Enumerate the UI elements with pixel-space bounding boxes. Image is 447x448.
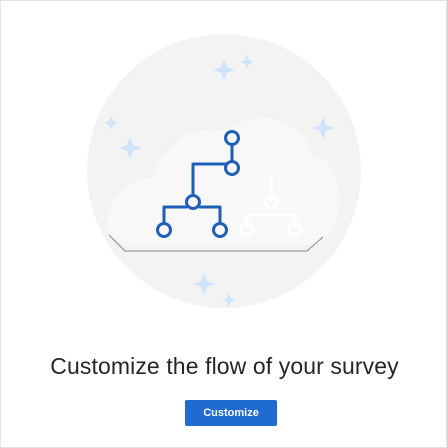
customize-button[interactable]: Customize [185,400,277,426]
empty-state-panel: Customize the flow of your survey Custom… [0,0,447,448]
illustration [87,34,361,308]
page-title: Customize the flow of your survey [50,353,399,379]
